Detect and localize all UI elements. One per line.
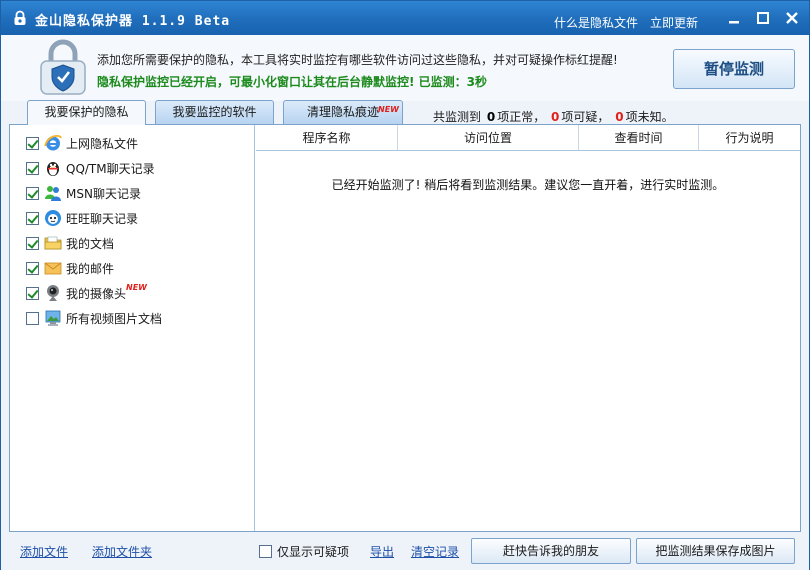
privacy-item-wangwang-chat[interactable]: 旺旺聊天记录 <box>26 208 138 228</box>
item-label: 所有视频图片文档 <box>66 311 163 326</box>
results-table: 程序名称 访问位置 查看时间 行为说明 已经开始监测了! 稍后将看到监测结果。建… <box>256 125 800 531</box>
column-header-behavior[interactable]: 行为说明 <box>699 125 800 151</box>
what-is-privacy-file-link[interactable]: 什么是隐私文件 <box>554 14 638 31</box>
save-as-image-button[interactable]: 把监测结果保存成图片 <box>636 538 795 564</box>
item-label: 旺旺聊天记录 <box>66 211 139 226</box>
item-label: 我的文档 <box>66 236 115 251</box>
app-title: 金山隐私保护器 1.1.9 Beta <box>35 14 231 29</box>
suspicious-label: 项可疑， <box>561 110 610 124</box>
privacy-item-qq-chat[interactable]: QQ/TM聊天记录 <box>26 158 155 178</box>
tab-label: 清理隐私痕迹 <box>306 105 379 119</box>
export-link[interactable]: 导出 <box>370 543 394 560</box>
wangwang-icon <box>45 210 61 226</box>
privacy-item-web-files[interactable]: 上网隐私文件 <box>26 133 138 153</box>
close-icon[interactable] <box>785 11 799 25</box>
checkbox[interactable] <box>26 136 39 150</box>
checkbox[interactable] <box>26 211 39 225</box>
checkbox[interactable] <box>26 161 39 175</box>
only-suspicious-checkbox[interactable] <box>259 545 272 558</box>
item-label: 上网隐私文件 <box>66 136 139 151</box>
privacy-item-media-files[interactable]: 所有视频图片文档 <box>26 308 162 328</box>
add-folder-link[interactable]: 添加文件夹 <box>92 543 152 560</box>
msn-icon <box>45 186 61 201</box>
monitor-stats: 共监测到 0 项正常， 0 项可疑， 0 项未知。 <box>433 108 674 125</box>
monitoring-status-text: 隐私保护监控已经开启，可最小化窗口让其在后台静默监控! 已监测：3秒 <box>97 75 488 89</box>
app-window: 金山隐私保护器 1.1.9 Beta 什么是隐私文件 立即更新 添加您所需要保护… <box>0 0 810 570</box>
checkbox[interactable] <box>26 286 39 300</box>
unknown-label: 项未知。 <box>625 110 674 124</box>
item-label: MSN聊天记录 <box>66 186 141 201</box>
update-now-link[interactable]: 立即更新 <box>650 14 698 31</box>
column-header-program[interactable]: 程序名称 <box>256 125 398 151</box>
webcam-icon <box>47 285 59 301</box>
new-badge: NEW <box>126 282 147 292</box>
column-header-time[interactable]: 查看时间 <box>579 125 699 151</box>
description-text: 添加您所需要保护的隐私，本工具将实时监控有哪些软件访问过这些隐私，并对可疑操作标… <box>97 53 618 67</box>
qq-penguin-icon <box>47 162 59 176</box>
unknown-count: 0 <box>615 110 624 124</box>
tab-protected-privacy[interactable]: 我要保护的隐私 <box>27 100 146 125</box>
content-panel: 上网隐私文件 QQ/TM聊天记录 MSN聊天记录 旺旺聊天记录 我的文档 我的邮… <box>9 124 801 532</box>
lock-logo-icon <box>14 10 26 25</box>
tab-label: 我要监控的软件 <box>172 105 257 119</box>
item-label: QQ/TM聊天记录 <box>66 161 155 176</box>
folder-icon <box>44 236 62 250</box>
add-file-link[interactable]: 添加文件 <box>20 543 68 560</box>
maximize-icon[interactable] <box>756 11 770 25</box>
checkbox[interactable] <box>26 236 39 250</box>
tab-monitored-software[interactable]: 我要监控的软件 <box>155 100 274 124</box>
suspicious-count: 0 <box>551 110 560 124</box>
tell-friends-button[interactable]: 赶快告诉我的朋友 <box>471 538 631 564</box>
new-badge: NEW <box>378 105 399 114</box>
privacy-item-my-webcam[interactable]: 我的摄像头 NEW <box>26 283 147 303</box>
lock-shield-icon <box>40 39 86 95</box>
empty-results-message: 已经开始监测了! 稍后将看到监测结果。建议您一直开着，进行实时监测。 <box>331 178 725 192</box>
checkbox[interactable] <box>26 186 39 200</box>
only-suspicious-label: 仅显示可疑项 <box>277 545 350 559</box>
column-header-location[interactable]: 访问位置 <box>398 125 579 151</box>
tab-label: 我要保护的隐私 <box>44 105 129 119</box>
title-bar[interactable]: 金山隐私保护器 1.1.9 Beta 什么是隐私文件 立即更新 <box>1 1 809 35</box>
mail-icon <box>44 262 62 275</box>
privacy-list: 上网隐私文件 QQ/TM聊天记录 MSN聊天记录 旺旺聊天记录 我的文档 我的邮… <box>10 125 255 531</box>
minimize-icon[interactable] <box>727 11 741 25</box>
media-files-icon <box>45 310 61 326</box>
pause-monitoring-button[interactable]: 暂停监测 <box>673 49 795 89</box>
privacy-item-my-documents[interactable]: 我的文档 <box>26 233 114 253</box>
clear-records-link[interactable]: 清空记录 <box>411 543 459 560</box>
checkbox[interactable] <box>26 261 39 275</box>
privacy-item-my-mail[interactable]: 我的邮件 <box>26 258 114 278</box>
privacy-item-msn-chat[interactable]: MSN聊天记录 <box>26 183 141 203</box>
item-label: 我的邮件 <box>66 261 115 276</box>
checkbox[interactable] <box>26 311 39 325</box>
ie-icon <box>44 134 62 151</box>
normal-label: 项正常， <box>497 110 546 124</box>
tab-clean-privacy-traces[interactable]: 清理隐私痕迹 NEW <box>283 100 403 124</box>
normal-count: 0 <box>486 110 496 124</box>
stats-prefix: 共监测到 <box>433 110 482 124</box>
item-label: 我的摄像头 <box>66 286 127 301</box>
